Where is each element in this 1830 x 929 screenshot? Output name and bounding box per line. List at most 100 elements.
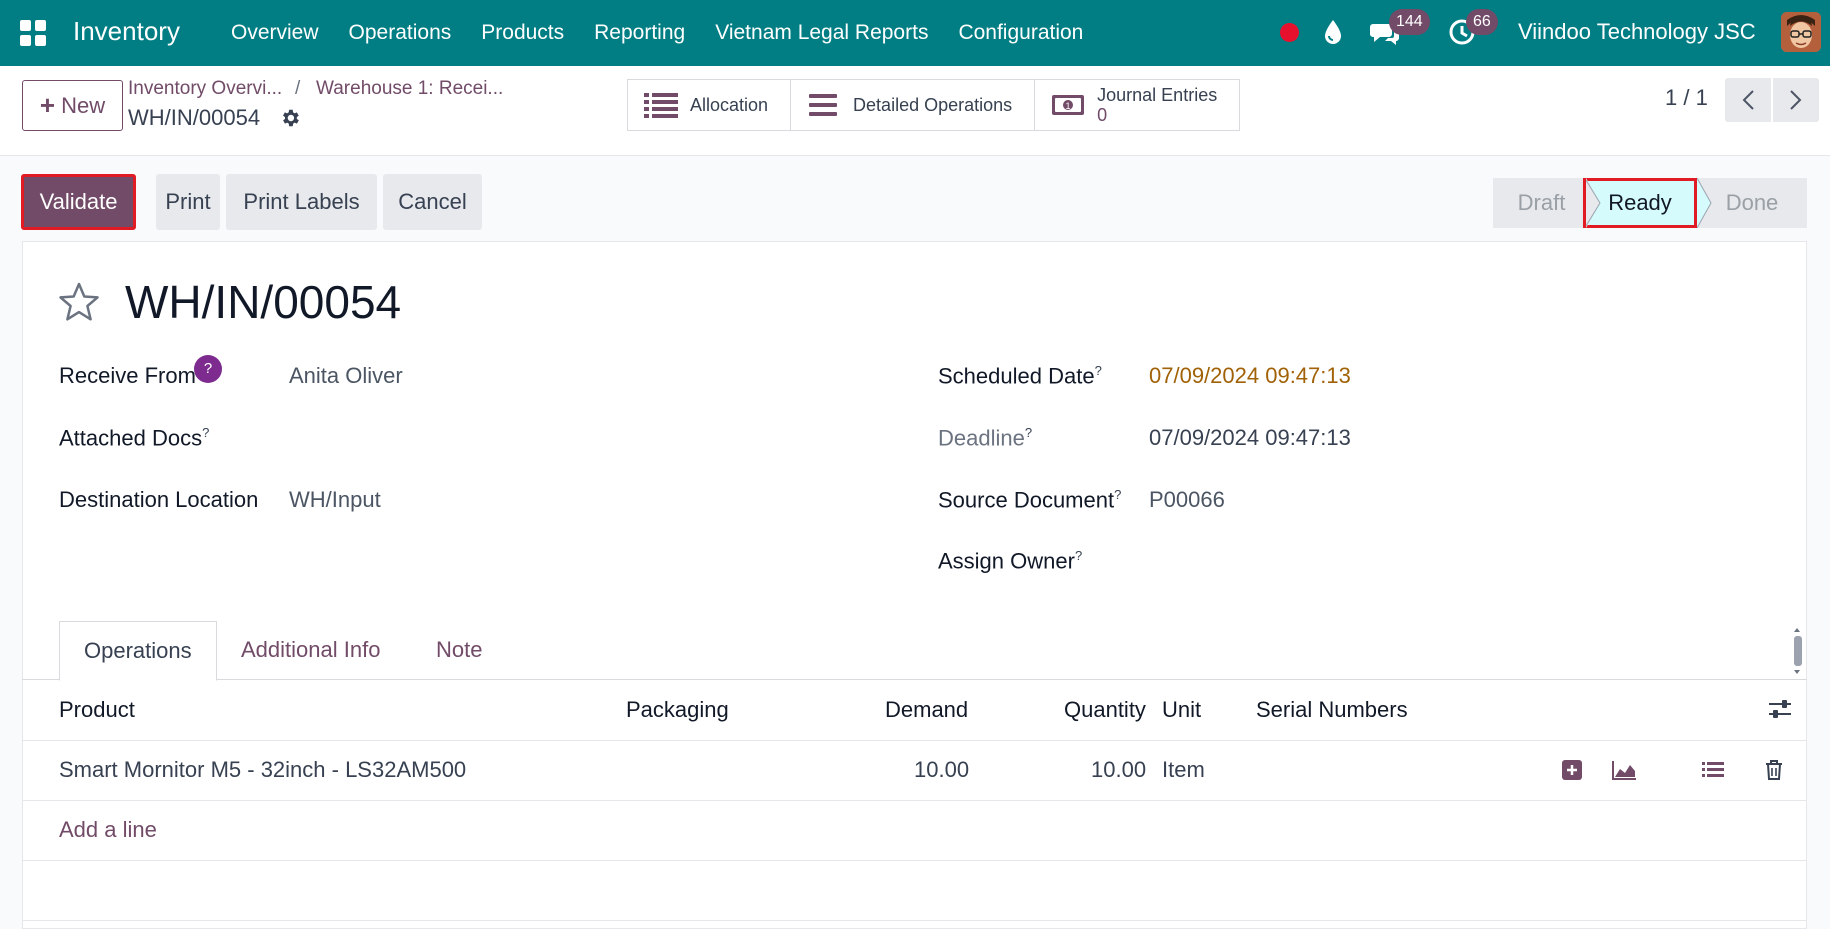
- menu-configuration[interactable]: Configuration: [943, 0, 1098, 66]
- menu-overview[interactable]: Overview: [216, 0, 334, 66]
- detailed-operations-button[interactable]: Detailed Operations: [791, 80, 1036, 130]
- validate-button[interactable]: Validate: [21, 174, 136, 230]
- pager-previous-button[interactable]: [1725, 78, 1771, 122]
- attached-docs-label-text: Attached Docs: [59, 425, 203, 451]
- company-switcher[interactable]: Viindoo Technology JSC: [1518, 19, 1756, 45]
- detailed-list-icon[interactable]: [1701, 758, 1725, 782]
- table-row-demand[interactable]: 10.00: [914, 757, 969, 783]
- column-header-quantity[interactable]: Quantity: [1064, 697, 1146, 723]
- activity-count-badge: 66: [1466, 9, 1498, 35]
- attached-docs-label: Attached Docs?: [59, 425, 209, 451]
- receive-from-label-text: Receive From: [59, 363, 196, 388]
- header-divider: [22, 740, 1807, 741]
- destination-location-value[interactable]: WH/Input: [289, 487, 381, 513]
- cancel-button[interactable]: Cancel: [383, 174, 482, 230]
- receive-from-help-badge[interactable]: ?: [194, 355, 222, 383]
- menu-products[interactable]: Products: [466, 0, 579, 66]
- add-line-link[interactable]: Add a line: [59, 817, 157, 843]
- pager-value[interactable]: 1 / 1: [1665, 85, 1708, 111]
- record-title: WH/IN/00054: [125, 276, 402, 328]
- area-chart-icon[interactable]: [1610, 758, 1638, 782]
- chevron-right-icon: [1790, 90, 1802, 110]
- trash-icon[interactable]: [1762, 758, 1786, 782]
- tooltip-mark[interactable]: ?: [202, 425, 209, 440]
- table-row-product[interactable]: Smart Mornitor M5 - 32inch - LS32AM500: [59, 757, 466, 783]
- destination-location-label: Destination Location: [59, 487, 259, 512]
- scheduled-date-label-text: Scheduled Date: [938, 363, 1095, 389]
- column-header-serial-numbers[interactable]: Serial Numbers: [1256, 697, 1408, 723]
- breadcrumb-warehouse-receipts[interactable]: Warehouse 1: Recei...: [316, 78, 503, 100]
- tooltip-mark[interactable]: ?: [1025, 425, 1032, 440]
- bars-icon: [809, 94, 838, 116]
- journal-entries-button[interactable]: 1 Journal Entries 0: [1035, 80, 1240, 130]
- assign-owner-label: Assign Owner?: [938, 548, 1082, 574]
- smart-buttons: Allocation Detailed Operations 1 Journal…: [627, 79, 1241, 131]
- row-divider: [22, 920, 1807, 921]
- star-icon[interactable]: [58, 281, 100, 323]
- source-document-value[interactable]: P00066: [1149, 487, 1225, 513]
- detailed-operations-label: Detailed Operations: [853, 94, 1013, 115]
- control-panel: + New Inventory Overvi... / Warehouse 1:…: [0, 66, 1830, 156]
- journal-entries-label: Journal Entries: [1097, 85, 1218, 105]
- gear-icon[interactable]: [279, 107, 301, 129]
- deadline-label: Deadline?: [938, 425, 1032, 451]
- tooltip-mark[interactable]: ?: [1075, 548, 1082, 563]
- new-button[interactable]: + New: [22, 80, 123, 131]
- breadcrumb-current: WH/IN/00054: [128, 105, 261, 130]
- column-header-packaging[interactable]: Packaging: [626, 697, 729, 723]
- tooltip-mark[interactable]: ?: [1095, 363, 1102, 378]
- apps-icon[interactable]: [20, 20, 46, 46]
- svg-text:1: 1: [1066, 101, 1071, 111]
- breadcrumb-separator: /: [295, 78, 301, 99]
- journal-entries-count: 0: [1097, 105, 1108, 125]
- scheduled-date-value[interactable]: 07/09/2024 09:47:13: [1149, 363, 1351, 389]
- column-settings-icon[interactable]: [1767, 697, 1793, 721]
- record-dot-icon[interactable]: [1280, 23, 1299, 42]
- plus-icon: +: [39, 90, 56, 120]
- add-quantity-icon[interactable]: [1560, 758, 1584, 782]
- money-icon: 1: [1052, 95, 1085, 115]
- tab-operations[interactable]: Operations: [59, 621, 217, 681]
- status-draft[interactable]: Draft: [1493, 178, 1590, 228]
- source-document-label: Source Document?: [938, 487, 1121, 513]
- tab-note[interactable]: Note: [412, 621, 506, 680]
- list-icon: [644, 93, 678, 118]
- scheduled-date-label: Scheduled Date?: [938, 363, 1102, 389]
- assign-owner-label-text: Assign Owner: [938, 548, 1075, 574]
- source-document-label-text: Source Document: [938, 487, 1115, 513]
- status-arrow-icon: [1586, 178, 1601, 228]
- row-divider: [22, 800, 1807, 801]
- row-divider: [22, 860, 1807, 861]
- deadline-value[interactable]: 07/09/2024 09:47:13: [1149, 425, 1351, 451]
- column-header-demand[interactable]: Demand: [885, 697, 968, 723]
- allocation-label: Allocation: [690, 94, 769, 115]
- pager-next-button[interactable]: [1773, 78, 1819, 122]
- deadline-label-text: Deadline: [938, 425, 1025, 451]
- allocation-button[interactable]: Allocation: [628, 80, 792, 130]
- tab-additional-info[interactable]: Additional Info: [217, 621, 404, 680]
- drop-icon[interactable]: [1322, 18, 1344, 46]
- receive-from-value[interactable]: Anita Oliver: [289, 363, 403, 389]
- tooltip-mark[interactable]: ?: [1114, 487, 1121, 502]
- app-brand[interactable]: Inventory: [73, 16, 180, 47]
- menu-reporting[interactable]: Reporting: [579, 0, 700, 66]
- column-header-unit[interactable]: Unit: [1162, 697, 1201, 723]
- print-button[interactable]: Print: [156, 174, 220, 230]
- receive-from-label: Receive From: [59, 363, 196, 389]
- status-arrow-icon: [1697, 178, 1712, 228]
- scrollbar-thumb[interactable]: [1794, 636, 1802, 666]
- table-row-quantity[interactable]: 10.00: [1091, 757, 1146, 783]
- status-bar: Draft Done Ready: [1493, 178, 1807, 228]
- chat-count-badge: 144: [1389, 9, 1430, 35]
- column-header-product[interactable]: Product: [59, 697, 135, 723]
- avatar[interactable]: [1781, 12, 1821, 52]
- new-button-label: New: [61, 92, 106, 118]
- menu-vietnam-legal-reports[interactable]: Vietnam Legal Reports: [700, 0, 943, 66]
- chevron-left-icon: [1742, 90, 1754, 110]
- form-sheet: [22, 241, 1807, 929]
- print-labels-button[interactable]: Print Labels: [226, 174, 377, 230]
- breadcrumb-inventory-overview[interactable]: Inventory Overvi...: [128, 78, 282, 100]
- table-row-unit[interactable]: Item: [1162, 757, 1205, 783]
- main-menu: Overview Operations Products Reporting V…: [216, 0, 1098, 66]
- menu-operations[interactable]: Operations: [334, 0, 467, 66]
